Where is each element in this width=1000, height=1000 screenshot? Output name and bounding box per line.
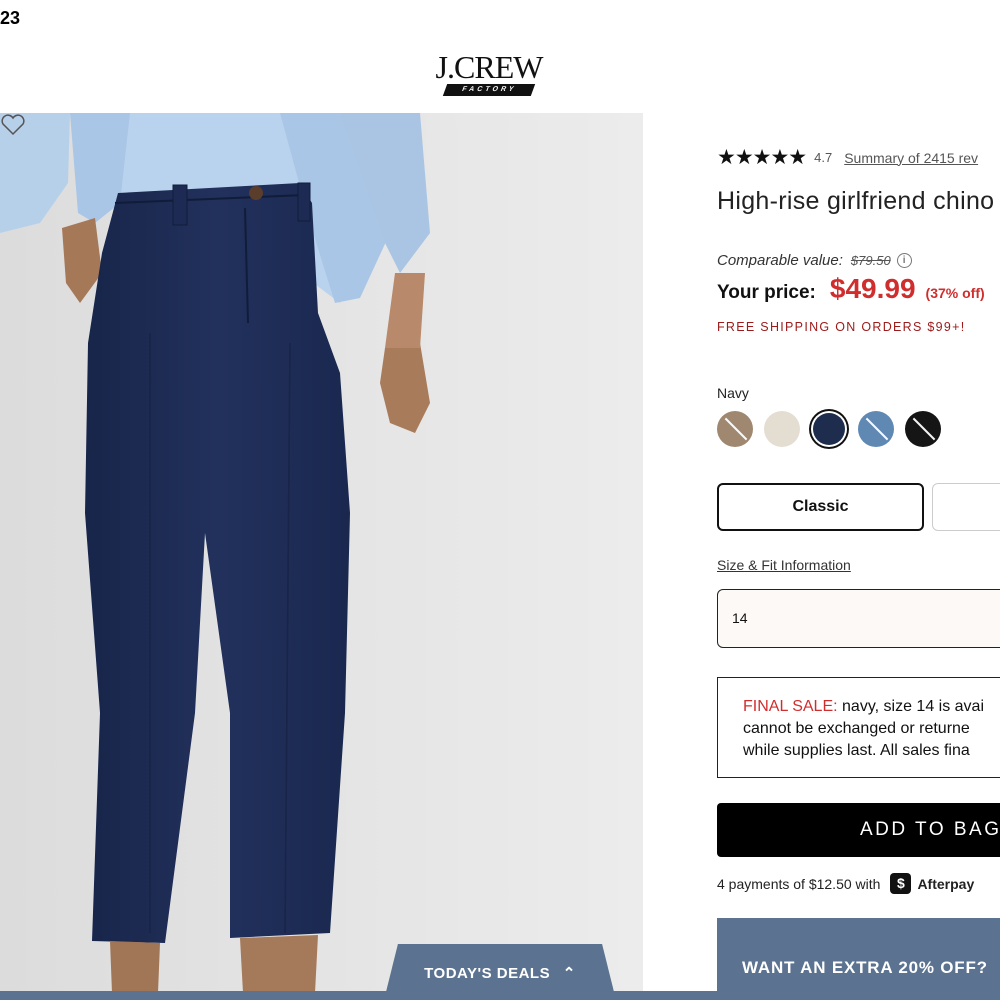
- sale-price: $49.99: [829, 273, 916, 304]
- comparable-label: Comparable value:: [717, 252, 843, 269]
- chevron-up-icon: ⌃: [562, 965, 576, 982]
- discount-percent: (37% off): [925, 285, 985, 301]
- deals-label: TODAY'S DEALS ⌃: [384, 964, 616, 982]
- jcrew-factory-logo[interactable]: J.CREW FACTORY: [428, 50, 550, 100]
- product-image[interactable]: [0, 113, 643, 993]
- final-sale-text-1: navy, size 14 is avai: [842, 698, 985, 715]
- logo-wordmark: J.CREW: [435, 49, 544, 85]
- free-shipping-notice: FREE SHIPPING ON ORDERS $99+!: [717, 320, 966, 334]
- swatch-stone[interactable]: [764, 411, 800, 447]
- swatch-black[interactable]: [905, 411, 941, 447]
- extra-discount-banner[interactable]: WANT AN EXTRA 20% OFF?: [717, 918, 1000, 993]
- info-icon[interactable]: i: [896, 253, 912, 268]
- add-to-bag-button[interactable]: ADD TO BAG: [717, 803, 1000, 857]
- product-title: High-rise girlfriend chino: [717, 187, 995, 215]
- size-select[interactable]: 14: [717, 589, 1000, 648]
- swatch-khaki[interactable]: [717, 411, 753, 447]
- final-sale-line-1: FINAL SALE: navy, size 14 is avai: [743, 696, 1000, 718]
- size-fit-info-link[interactable]: Size & Fit Information: [717, 557, 851, 573]
- your-price-label: Your price:: [717, 282, 816, 303]
- fit-alternate-button[interactable]: [932, 483, 1000, 531]
- product-details-panel: ★★★★★ 4.7 Summary of 2415 rev High-rise …: [717, 113, 1000, 993]
- final-sale-line-2: cannot be exchanged or returne: [743, 720, 970, 737]
- color-swatches: [717, 411, 952, 451]
- installments-text: 4 payments of $12.50 with: [717, 875, 881, 892]
- comparable-price: $79.50: [850, 253, 891, 268]
- final-sale-label: FINAL SALE:: [743, 698, 838, 715]
- comparable-value: Comparable value: $79.50 i: [717, 252, 912, 269]
- logo-subtitle: FACTORY: [442, 84, 536, 96]
- site-header: 23 J.CREW FACTORY: [0, 0, 1000, 113]
- product-photo-illustration: [0, 113, 643, 993]
- star-rating-icon: ★★★★★: [717, 146, 807, 169]
- heart-icon[interactable]: [0, 113, 26, 137]
- final-sale-notice: FINAL SALE: navy, size 14 is avai cannot…: [717, 677, 1000, 778]
- swatch-navy[interactable]: [813, 413, 845, 445]
- price-row: Your price: $49.99 (37% off): [717, 273, 985, 305]
- promo-text: WANT AN EXTRA 20% OFF?: [742, 958, 988, 977]
- fit-classic-button[interactable]: Classic: [717, 483, 924, 531]
- deals-label-text: TODAY'S DEALS: [424, 965, 551, 982]
- rating-value: 4.7: [814, 150, 833, 165]
- selected-color-name: Navy: [717, 385, 749, 401]
- swatch-blue[interactable]: [858, 411, 894, 447]
- rating-row: ★★★★★ 4.7 Summary of 2415 rev: [717, 145, 978, 170]
- size-value: 14: [732, 610, 748, 626]
- corner-number: 23: [0, 8, 21, 28]
- afterpay-installments: 4 payments of $12.50 with $ Afterpay: [717, 873, 974, 894]
- afterpay-icon: $: [890, 873, 912, 894]
- afterpay-name[interactable]: Afterpay: [917, 876, 974, 892]
- final-sale-line-3: while supplies last. All sales fina: [743, 742, 970, 759]
- reviews-summary-link[interactable]: Summary of 2415 rev: [844, 150, 978, 166]
